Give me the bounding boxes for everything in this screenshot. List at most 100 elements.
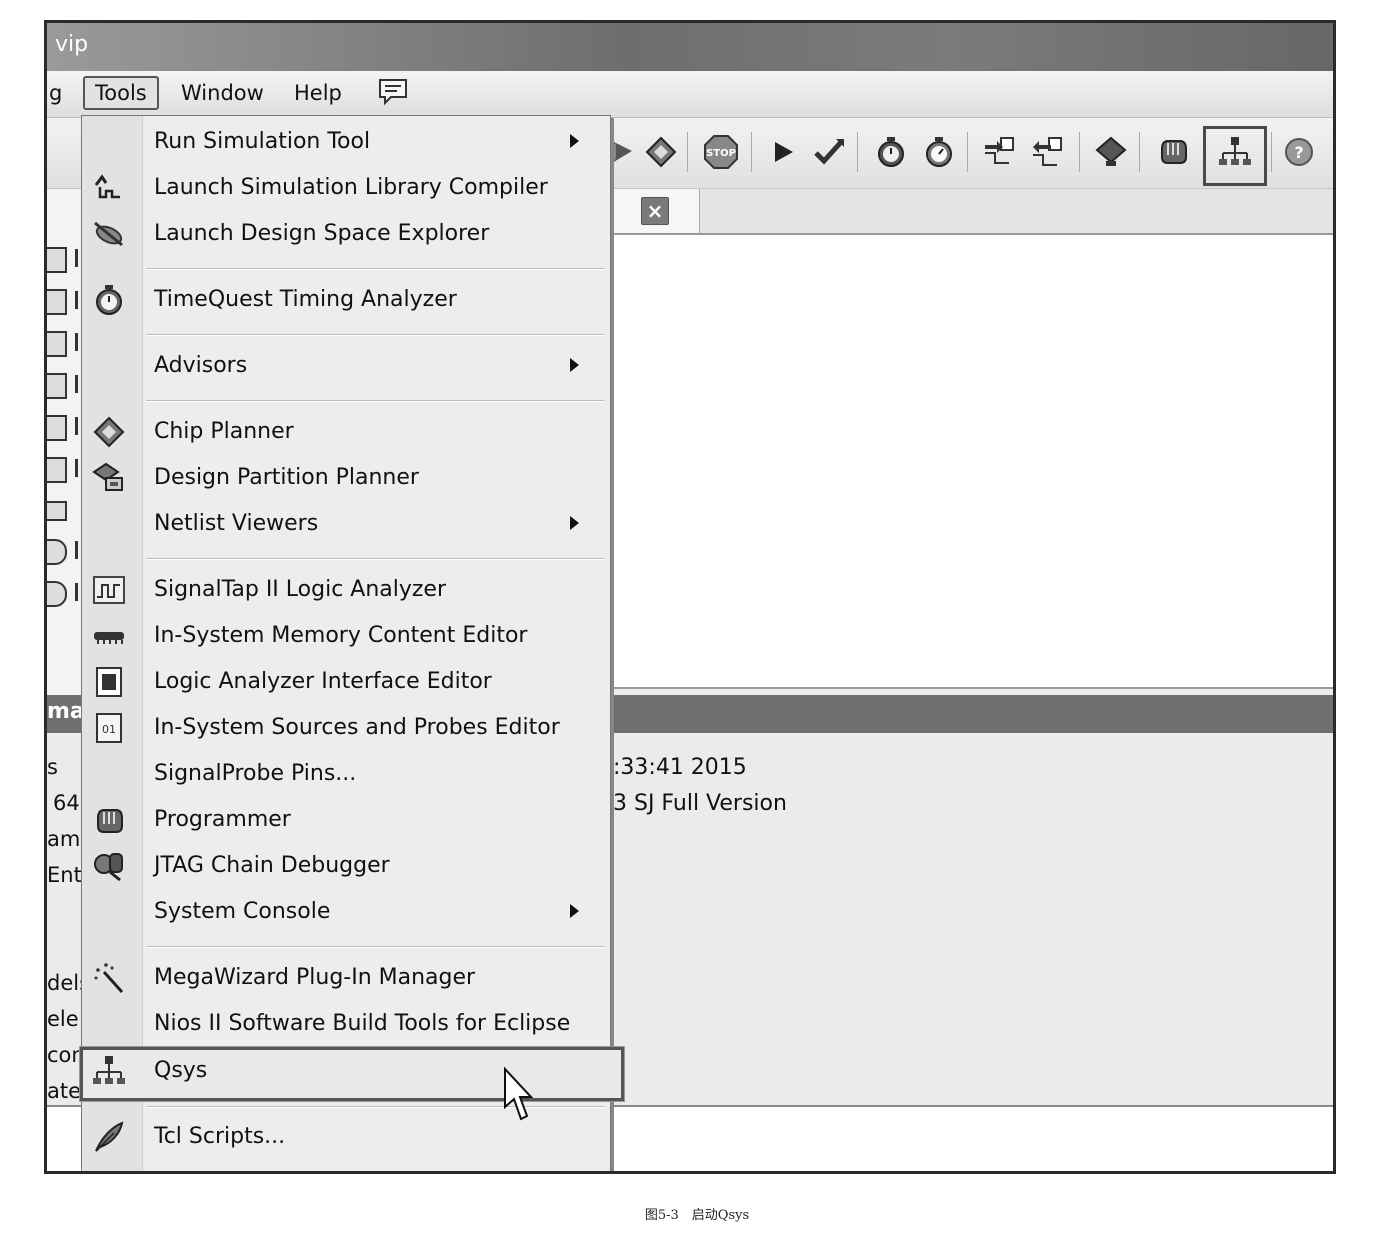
menu-item-label: Design Partition Planner: [154, 465, 419, 490]
menu-item-label: Qsys: [154, 1058, 208, 1083]
menu-item-logic-analyzer-interface-editor[interactable]: Logic Analyzer Interface Editor: [82, 660, 610, 704]
feather-icon: [92, 1121, 126, 1153]
qsys-icon[interactable]: [1217, 134, 1253, 170]
submenu-arrow-icon: [570, 134, 579, 148]
menu-item-signalprobe-pins[interactable]: SignalProbe Pins...: [82, 752, 610, 796]
chip-icon: [47, 539, 67, 565]
netlist-forward-icon[interactable]: [983, 134, 1019, 170]
menu-item-in-system-sources-and-probes-editor[interactable]: 01 In-System Sources and Probes Editor: [82, 706, 610, 750]
chip-planner-icon: [92, 416, 126, 448]
title-bar: vip: [47, 23, 1333, 71]
stop-icon[interactable]: STOP: [703, 134, 739, 170]
menu-separator: [146, 1106, 604, 1108]
menu-item-label: Launch Design Space Explorer: [154, 221, 490, 246]
editor-tab-row: ×: [607, 189, 1333, 235]
submenu-arrow-icon: [570, 358, 579, 372]
editor-area[interactable]: [607, 235, 1333, 689]
box-icon: [47, 501, 67, 521]
menu-item-advisors[interactable]: Advisors: [82, 344, 610, 388]
tools-menu: Run Simulation Tool Launch Simulation Li…: [80, 115, 624, 1171]
file-icon: [47, 289, 67, 315]
project-navigator-fragment: [47, 189, 81, 695]
close-icon[interactable]: ×: [641, 197, 669, 225]
quartus-window: vip g Tools Window Help STOP ? × ma s 64…: [44, 20, 1336, 1174]
check-arrow-icon[interactable]: [811, 134, 847, 170]
menu-item-timequest-timing-analyzer[interactable]: TimeQuest Timing Analyzer: [82, 278, 610, 322]
menu-item-signaltap-ii-logic-analyzer[interactable]: SignalTap II Logic Analyzer: [82, 568, 610, 612]
netlist-back-icon[interactable]: [1031, 134, 1067, 170]
file-icon: [47, 247, 67, 273]
menu-item-launch-design-space-explorer[interactable]: Launch Design Space Explorer: [82, 212, 610, 256]
menu-item-label: In-System Sources and Probes Editor: [154, 715, 560, 740]
menu-tools[interactable]: Tools: [83, 76, 159, 110]
svg-text:STOP: STOP: [706, 148, 736, 159]
menu-item-label: System Console: [154, 899, 331, 924]
menu-item-jtag-chain-debugger[interactable]: JTAG Chain Debugger: [82, 844, 610, 888]
file-icon: [47, 373, 67, 399]
menu-bar: g Tools Window Help: [47, 71, 1333, 118]
flow-summary-fragment: 64: [53, 791, 80, 815]
flow-summary-fragment: am: [47, 827, 81, 851]
menu-separator: [146, 334, 604, 336]
sources-probes-icon: 01: [92, 712, 126, 744]
menu-item-label: Chip Planner: [154, 419, 294, 444]
menu-item-chip-planner[interactable]: Chip Planner: [82, 410, 610, 454]
menu-item-nios-ii-software-build-tools[interactable]: Nios II Software Build Tools for Eclipse: [82, 1002, 610, 1046]
jtag-icon: [92, 850, 126, 882]
editor-tab[interactable]: ×: [607, 189, 700, 233]
menu-item-label: Advisors: [154, 353, 248, 378]
menu-separator: [146, 268, 604, 270]
programmer-hand-icon[interactable]: [1155, 134, 1191, 170]
design-space-explorer-icon: [92, 218, 126, 250]
menu-item-megawizard-plug-in-manager[interactable]: MegaWizard Plug-In Manager: [82, 956, 610, 1000]
file-icon: [47, 415, 67, 441]
menu-processing-fragment[interactable]: g: [49, 80, 62, 106]
menu-separator: [146, 558, 604, 560]
timer-icon[interactable]: [873, 134, 909, 170]
menu-item-netlist-viewers[interactable]: Netlist Viewers: [82, 502, 610, 546]
menu-item-system-console[interactable]: System Console: [82, 890, 610, 934]
menu-separator: [146, 946, 604, 948]
messages-header-fragment: ma: [47, 699, 85, 724]
library-compiler-icon: [92, 172, 126, 204]
window-title: vip: [55, 32, 89, 57]
menu-item-label: Run Simulation Tool: [154, 129, 371, 154]
menu-item-label: Launch Simulation Library Compiler: [154, 175, 548, 200]
menu-item-label: In-System Memory Content Editor: [154, 623, 528, 648]
menu-item-in-system-memory-content-editor[interactable]: In-System Memory Content Editor: [82, 614, 610, 658]
submenu-arrow-icon: [570, 516, 579, 530]
partition-planner-icon: [92, 462, 126, 494]
chip-icon: [47, 581, 67, 607]
signaltap-icon: [92, 574, 126, 606]
menu-item-launch-simulation-library-compiler[interactable]: Launch Simulation Library Compiler: [82, 166, 610, 210]
menu-item-label: Netlist Viewers: [154, 511, 319, 536]
magic-wand-icon: [92, 962, 126, 994]
menu-item-programmer[interactable]: Programmer: [82, 798, 610, 842]
menu-help[interactable]: Help: [294, 80, 342, 106]
menu-item-run-simulation-tool[interactable]: Run Simulation Tool: [82, 120, 610, 164]
play-icon[interactable]: [765, 134, 801, 170]
logic-analyzer-icon: [92, 666, 126, 698]
submenu-arrow-icon: [570, 904, 579, 918]
menu-window[interactable]: Window: [181, 80, 264, 106]
file-icon: [47, 331, 67, 357]
svg-text:?: ?: [1294, 143, 1303, 162]
speech-bubble-icon[interactable]: [377, 77, 409, 106]
qsys-icon: [92, 1055, 126, 1087]
menu-item-label: MegaWizard Plug-In Manager: [154, 965, 476, 990]
help-icon[interactable]: ?: [1281, 134, 1317, 170]
programmer-icon: [92, 804, 126, 836]
chip-icon[interactable]: [643, 134, 679, 170]
menu-item-label: JTAG Chain Debugger: [154, 853, 390, 878]
document-icon: [47, 457, 67, 483]
svg-text:01: 01: [102, 723, 116, 736]
menu-separator: [146, 400, 604, 402]
menu-item-label: TimeQuest Timing Analyzer: [154, 287, 457, 312]
figure-caption: 图5-3 启动Qsys: [644, 1208, 750, 1223]
flow-summary-fragment: ele: [47, 1007, 79, 1031]
diamond-icon[interactable]: [1093, 134, 1129, 170]
menu-item-design-partition-planner[interactable]: Design Partition Planner: [82, 456, 610, 500]
menu-item-label: Logic Analyzer Interface Editor: [154, 669, 492, 694]
menu-item-label: Nios II Software Build Tools for Eclipse: [154, 1011, 571, 1036]
stopwatch-icon[interactable]: [921, 134, 957, 170]
